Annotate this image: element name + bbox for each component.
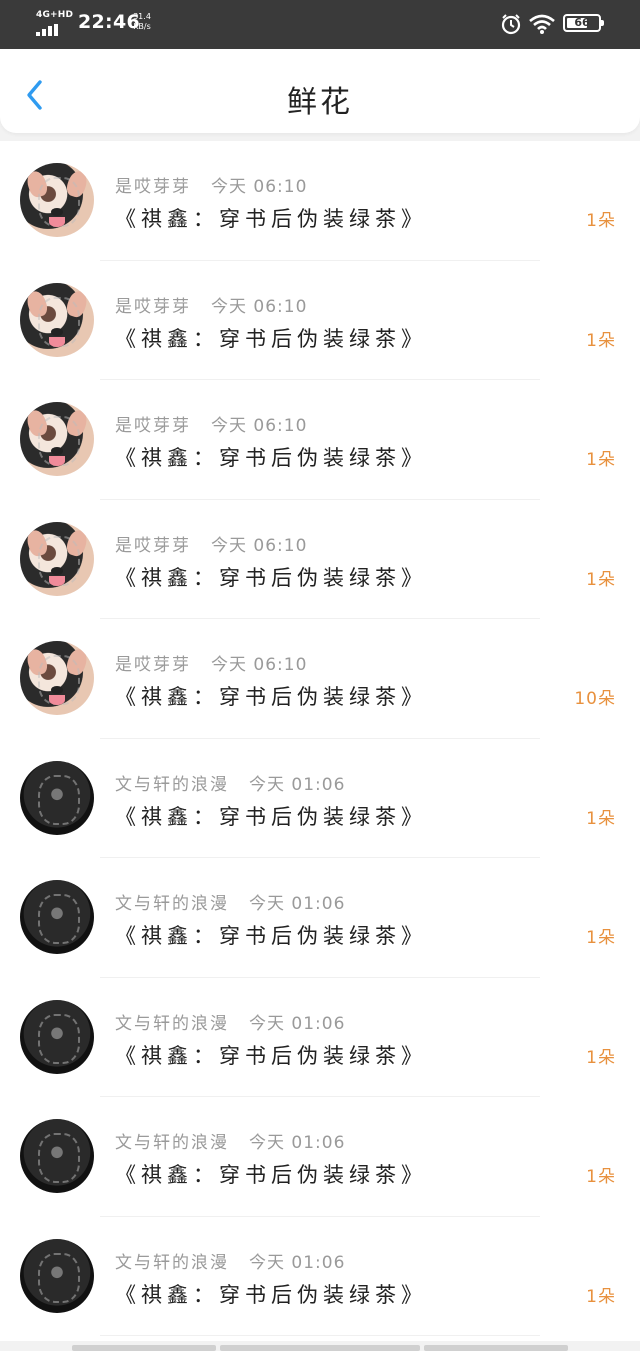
username[interactable]: 文与轩的浪漫 <box>115 1133 229 1153</box>
avatar[interactable] <box>20 163 94 237</box>
timestamp: 今天 06:10 <box>211 655 308 675</box>
avatar[interactable] <box>20 402 94 476</box>
username[interactable]: 是哎芽芽 <box>115 655 191 675</box>
item-meta: 文与轩的浪漫 今天 01:06 <box>115 1009 345 1034</box>
username[interactable]: 文与轩的浪漫 <box>115 775 229 795</box>
avatar[interactable] <box>20 282 94 357</box>
item-meta: 是哎芽芽 今天 06:10 <box>115 531 307 556</box>
timestamp: 今天 06:10 <box>211 535 308 556</box>
flower-count: 1朵 <box>586 1167 616 1187</box>
timestamp: 今天 01:06 <box>249 774 346 795</box>
alarm-icon <box>501 14 521 35</box>
item-meta: 是哎芽芽 今天 06:10 <box>115 292 307 317</box>
page-title: 鲜花 <box>287 85 353 120</box>
flower-count: 1朵 <box>586 808 616 829</box>
username[interactable]: 是哎芽芽 <box>115 177 191 197</box>
avatar[interactable] <box>20 880 94 954</box>
list-item[interactable]: 文与轩的浪漫 今天 01:06 《祺鑫：穿书后伪装绿茶》 1朵 <box>0 858 640 978</box>
flower-count: 1朵 <box>586 211 616 231</box>
username[interactable]: 文与轩的浪漫 <box>115 1014 229 1034</box>
header: 鲜花 <box>0 49 640 133</box>
book-title[interactable]: 《祺鑫：穿书后伪装绿茶》 <box>115 203 427 233</box>
timestamp: 今天 01:06 <box>249 1013 346 1034</box>
flower-count: 1朵 <box>586 569 616 590</box>
flower-count: 10朵 <box>574 689 616 709</box>
timestamp: 今天 06:10 <box>211 296 308 317</box>
list-item[interactable]: 文与轩的浪漫 今天 01:06 《祺鑫：穿书后伪装绿茶》 1朵 <box>0 1097 640 1217</box>
list-item[interactable]: 文与轩的浪漫 今天 01:06 《祺鑫：穿书后伪装绿茶》 1朵 <box>0 1217 640 1336</box>
book-title[interactable]: 《祺鑫：穿书后伪装绿茶》 <box>115 681 427 711</box>
flower-count: 1朵 <box>586 1047 616 1068</box>
book-title[interactable]: 《祺鑫：穿书后伪装绿茶》 <box>115 1159 427 1189</box>
item-meta: 是哎芽芽 今天 06:10 <box>115 411 307 436</box>
item-meta: 文与轩的浪漫 今天 01:06 <box>115 1128 345 1153</box>
item-meta: 是哎芽芽 今天 06:10 <box>115 650 307 675</box>
book-title[interactable]: 《祺鑫：穿书后伪装绿茶》 <box>115 323 427 353</box>
item-meta: 文与轩的浪漫 今天 01:06 <box>115 1248 345 1273</box>
timestamp: 今天 01:06 <box>249 1133 346 1153</box>
book-title[interactable]: 《祺鑫：穿书后伪装绿茶》 <box>115 920 427 950</box>
book-title[interactable]: 《祺鑫：穿书后伪装绿茶》 <box>115 442 427 472</box>
list-item[interactable]: 是哎芽芽 今天 06:10 《祺鑫：穿书后伪装绿茶》 10朵 <box>0 619 640 739</box>
flower-count: 1朵 <box>586 450 616 470</box>
network-type: 4G+HD <box>36 10 74 20</box>
book-title[interactable]: 《祺鑫：穿书后伪装绿茶》 <box>115 801 427 831</box>
bottom-indicator <box>72 1345 568 1351</box>
timestamp: 今天 01:06 <box>249 1252 346 1273</box>
signal-icon <box>36 24 66 36</box>
timestamp: 今天 06:10 <box>211 416 308 436</box>
item-meta: 文与轩的浪漫 今天 01:06 <box>115 770 345 795</box>
status-bar: 4G+HD 22:46 31.4 KB/s 66 <box>0 0 640 49</box>
book-title[interactable]: 《祺鑫：穿书后伪装绿茶》 <box>115 562 427 592</box>
avatar[interactable] <box>20 1238 94 1313</box>
list-item[interactable]: 是哎芽芽 今天 06:10 《祺鑫：穿书后伪装绿茶》 1朵 <box>0 380 640 500</box>
username[interactable]: 是哎芽芽 <box>115 297 191 317</box>
divider <box>100 1335 540 1336</box>
username[interactable]: 是哎芽芽 <box>115 536 191 556</box>
timestamp: 今天 06:10 <box>211 177 308 197</box>
username[interactable]: 是哎芽芽 <box>115 416 191 436</box>
flower-count: 1朵 <box>586 1286 616 1307</box>
gift-list: 是哎芽芽 今天 06:10 《祺鑫：穿书后伪装绿茶》 1朵 是哎芽芽 今天 06:1… <box>0 141 640 1341</box>
battery-icon: 66 <box>563 14 604 32</box>
network-speed-unit: KB/s <box>133 22 151 31</box>
username[interactable]: 文与轩的浪漫 <box>115 1253 229 1273</box>
username[interactable]: 文与轩的浪漫 <box>115 894 229 914</box>
list-item[interactable]: 是哎芽芽 今天 06:10 《祺鑫：穿书后伪装绿茶》 1朵 <box>0 141 640 261</box>
book-title[interactable]: 《祺鑫：穿书后伪装绿茶》 <box>115 1040 427 1070</box>
list-item[interactable]: 文与轩的浪漫 今天 01:06 《祺鑫：穿书后伪装绿茶》 1朵 <box>0 739 640 858</box>
battery-level: 66 <box>574 16 590 29</box>
list-item[interactable]: 是哎芽芽 今天 06:10 《祺鑫：穿书后伪装绿茶》 1朵 <box>0 261 640 380</box>
flower-count: 1朵 <box>586 330 616 351</box>
avatar[interactable] <box>20 760 94 835</box>
wifi-icon <box>529 14 555 34</box>
item-meta: 文与轩的浪漫 今天 01:06 <box>115 889 345 914</box>
avatar[interactable] <box>20 1119 94 1193</box>
avatar[interactable] <box>20 521 94 596</box>
list-item[interactable]: 文与轩的浪漫 今天 01:06 《祺鑫：穿书后伪装绿茶》 1朵 <box>0 978 640 1097</box>
flower-count: 1朵 <box>586 928 616 948</box>
avatar[interactable] <box>20 999 94 1074</box>
list-item[interactable]: 是哎芽芽 今天 06:10 《祺鑫：穿书后伪装绿茶》 1朵 <box>0 500 640 619</box>
network-speed: 31.4 KB/s <box>131 12 153 32</box>
timestamp: 今天 01:06 <box>249 894 346 914</box>
network-speed-value: 31.4 <box>133 12 151 21</box>
avatar[interactable] <box>20 641 94 715</box>
item-meta: 是哎芽芽 今天 06:10 <box>115 172 307 197</box>
book-title[interactable]: 《祺鑫：穿书后伪装绿茶》 <box>115 1279 427 1309</box>
